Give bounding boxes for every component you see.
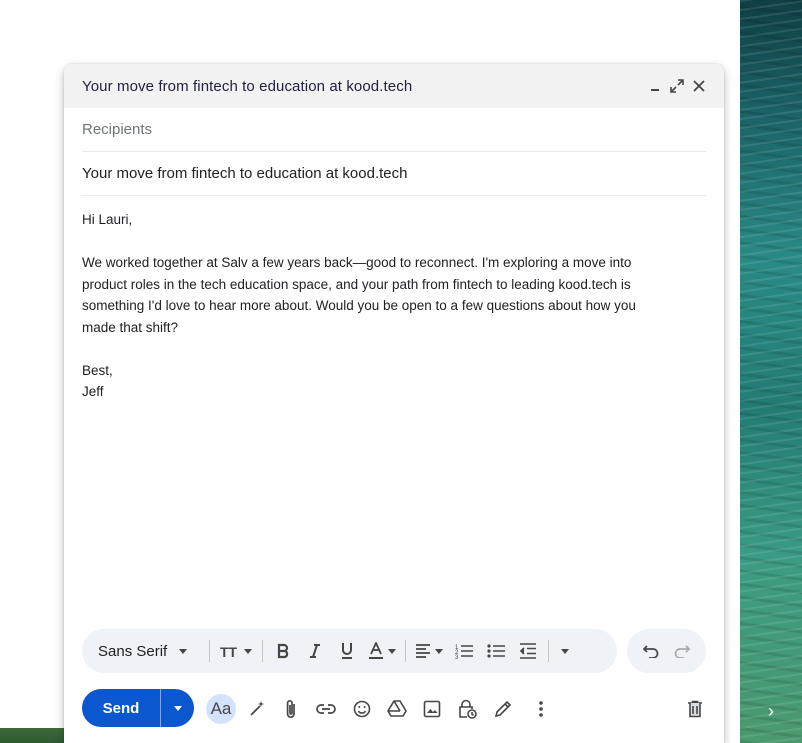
- body-line: made that shift?: [82, 319, 179, 335]
- indent-less-icon[interactable]: [512, 636, 544, 666]
- toolbar-divider: [548, 640, 549, 662]
- undo-redo-toolbar: [627, 629, 706, 673]
- subject-input[interactable]: Your move from fintech to education at k…: [82, 165, 407, 182]
- align-icon[interactable]: [410, 636, 448, 666]
- close-icon[interactable]: [688, 75, 710, 97]
- recipients-field[interactable]: Recipients: [82, 108, 706, 152]
- background-wallpaper: [740, 0, 802, 743]
- subject-field[interactable]: Your move from fintech to education at k…: [82, 152, 706, 196]
- chevron-down-icon: [173, 705, 182, 711]
- font-select-label: Sans Serif: [98, 642, 168, 660]
- toolbar-divider: [262, 640, 263, 662]
- body-line: We worked together at Salv a few years b…: [82, 255, 632, 270]
- numbered-list-icon[interactable]: 123: [448, 636, 480, 666]
- send-button[interactable]: Send: [82, 689, 160, 727]
- toolbar-divider: [405, 640, 406, 662]
- body-signoff: Best,: [82, 362, 113, 378]
- chevron-right-icon[interactable]: ›: [762, 700, 780, 722]
- writing-assist-icon[interactable]: [242, 694, 272, 724]
- undo-icon[interactable]: [637, 636, 665, 666]
- attach-icon[interactable]: [276, 694, 306, 724]
- minimize-icon[interactable]: [644, 75, 666, 97]
- body-signature: Jeff: [82, 384, 104, 399]
- signature-icon[interactable]: [488, 694, 518, 724]
- photo-icon[interactable]: [417, 694, 447, 724]
- compose-title: Your move from fintech to education at k…: [82, 77, 413, 95]
- bulleted-list-icon[interactable]: [480, 636, 512, 666]
- confidential-icon[interactable]: [452, 694, 482, 724]
- link-icon[interactable]: [311, 694, 341, 724]
- redo-icon[interactable]: [668, 636, 696, 666]
- formatting-options-label: Aa: [210, 699, 232, 718]
- compose-window: Your move from fintech to education at k…: [64, 64, 724, 743]
- body-greeting: Hi Lauri,: [82, 212, 133, 227]
- schedule-send-button[interactable]: [160, 689, 194, 727]
- svg-text:TT: TT: [220, 644, 238, 659]
- body-line: something I'd love to hear more about. W…: [82, 298, 636, 313]
- formatting-options-button[interactable]: Aa: [206, 694, 236, 724]
- chevron-down-icon: [179, 648, 188, 654]
- formatting-toolbar: Sans Serif TT 123: [82, 629, 617, 673]
- chevron-down-icon: [435, 648, 443, 654]
- background-wallpaper-strip: [0, 728, 64, 743]
- body-line: product roles in the tech education spac…: [82, 276, 631, 292]
- text-size-icon[interactable]: TT: [214, 636, 258, 666]
- more-options-icon[interactable]: [526, 694, 556, 724]
- send-group: Send: [82, 689, 194, 727]
- chevron-down-icon: [388, 648, 396, 654]
- text-color-icon[interactable]: [363, 636, 401, 666]
- toolbar-divider: [209, 640, 210, 662]
- chevron-down-icon: [561, 648, 569, 654]
- italic-icon[interactable]: [299, 636, 331, 666]
- font-select[interactable]: Sans Serif: [98, 636, 205, 666]
- chevron-down-icon: [244, 648, 252, 654]
- recipients-placeholder[interactable]: Recipients: [82, 121, 152, 138]
- emoji-icon[interactable]: [347, 694, 377, 724]
- compose-header[interactable]: Your move from fintech to education at k…: [64, 64, 724, 108]
- svg-text:3: 3: [455, 655, 459, 659]
- message-body[interactable]: Hi Lauri, We worked together at Salv a f…: [64, 196, 724, 403]
- drive-icon[interactable]: [382, 694, 412, 724]
- bold-icon[interactable]: [267, 636, 299, 666]
- discard-icon[interactable]: [680, 694, 710, 724]
- underline-icon[interactable]: [331, 636, 363, 666]
- expand-icon[interactable]: [666, 75, 688, 97]
- more-formatting-icon[interactable]: [553, 636, 577, 666]
